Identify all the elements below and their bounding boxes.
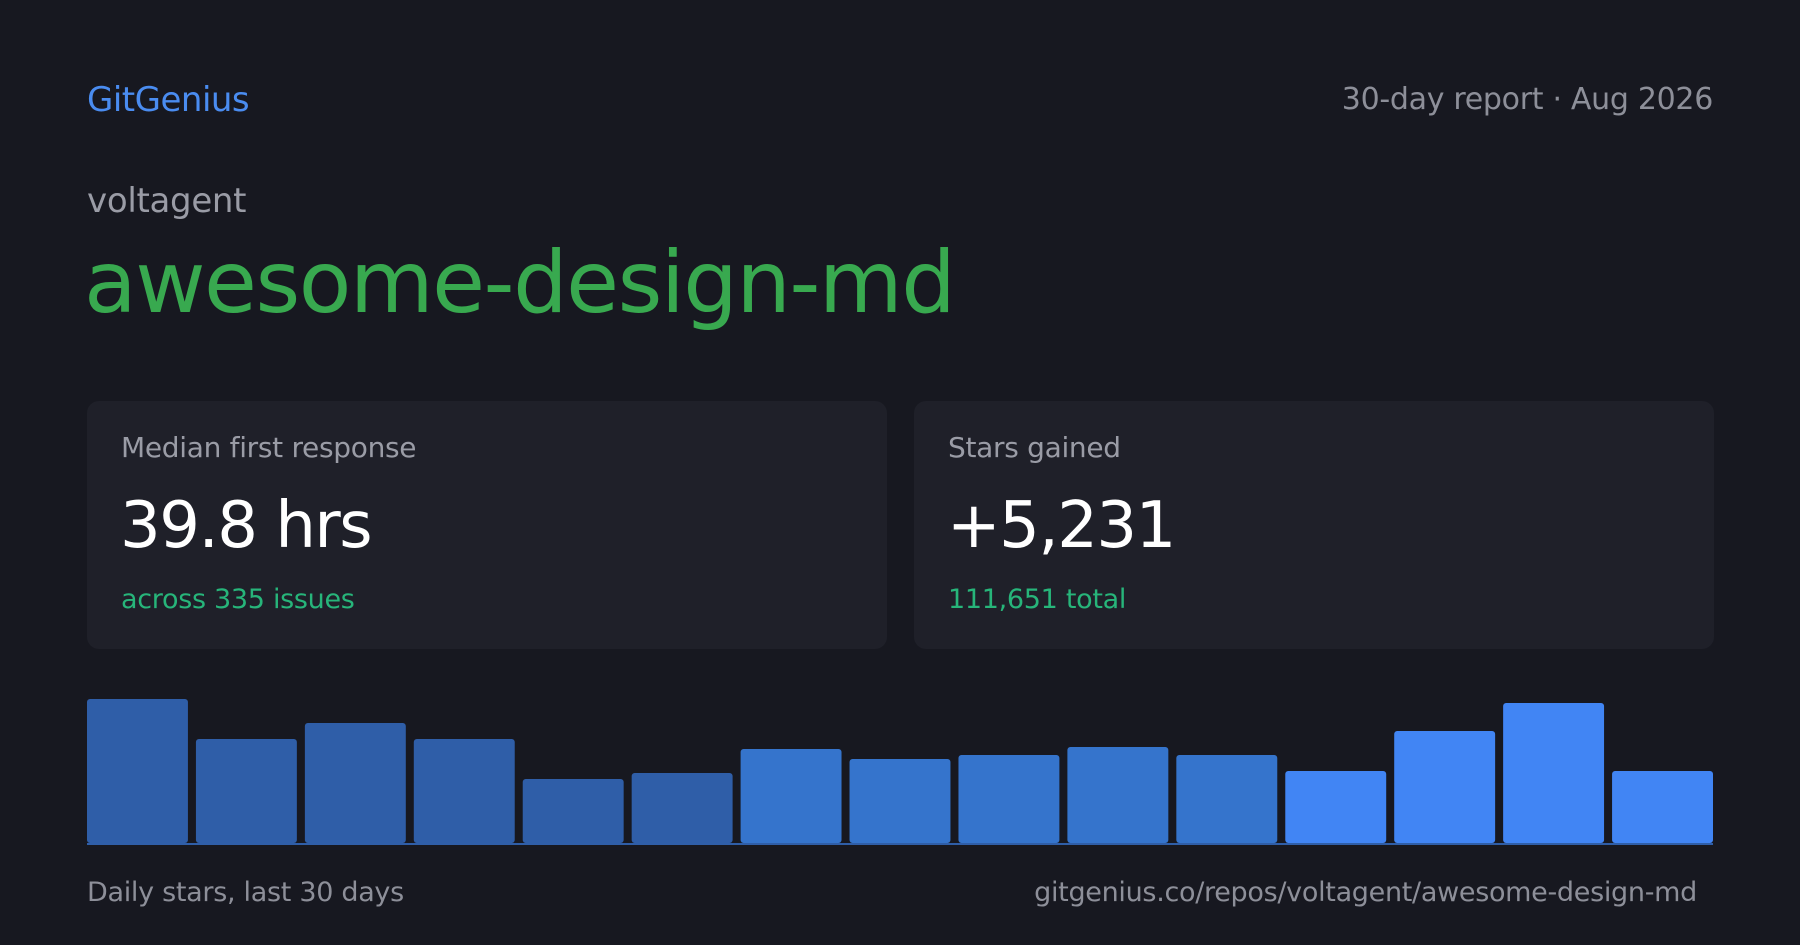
- brand-name: GitGenius: [87, 80, 250, 120]
- report-period: 30-day report · Aug 2026: [1341, 82, 1714, 117]
- chart-bar: [413, 739, 515, 843]
- card-subtext: 111,651 total: [948, 584, 1127, 615]
- median-response-card: Median first response 39.8 hrs across 33…: [87, 401, 887, 649]
- report-page: GitGenius 30-day report · Aug 2026 volta…: [0, 0, 1800, 945]
- chart-bar: [195, 739, 297, 843]
- chart-bar: [1067, 747, 1169, 843]
- chart-baseline: [87, 843, 1713, 845]
- chart-bar: [849, 759, 951, 843]
- chart-caption: Daily stars, last 30 days: [87, 877, 404, 908]
- chart-bar: [304, 723, 406, 843]
- card-value: +5,231: [947, 489, 1176, 563]
- repo-name: awesome-design-md: [84, 233, 956, 333]
- chart-bar: [1612, 771, 1713, 843]
- card-subtext: across 335 issues: [121, 584, 355, 615]
- chart-bar: [958, 755, 1060, 843]
- card-label: Stars gained: [948, 431, 1121, 464]
- chart-bar: [87, 699, 188, 843]
- repo-url: gitgenius.co/repos/voltagent/awesome-des…: [1034, 877, 1697, 908]
- chart-bar: [522, 779, 624, 843]
- card-label: Median first response: [121, 431, 417, 464]
- bar-chart-svg: [87, 699, 1713, 845]
- chart-bar: [1285, 771, 1387, 843]
- chart-bar: [1503, 703, 1605, 843]
- chart-bar: [1394, 731, 1496, 843]
- daily-stars-chart: [87, 690, 1713, 845]
- chart-bar: [740, 749, 842, 843]
- repo-owner: voltagent: [87, 181, 247, 221]
- chart-bar: [1176, 755, 1278, 843]
- chart-bar: [631, 773, 733, 843]
- card-value: 39.8 hrs: [120, 489, 373, 563]
- stars-gained-card: Stars gained +5,231 111,651 total: [914, 401, 1714, 649]
